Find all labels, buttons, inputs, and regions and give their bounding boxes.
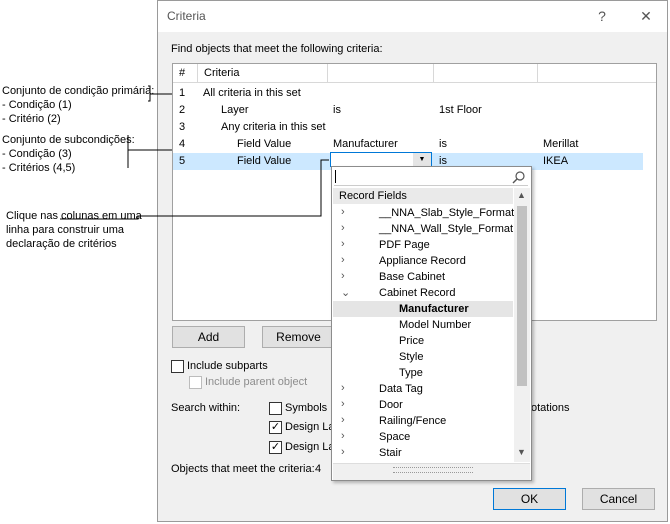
scrollbar-thumb[interactable] xyxy=(517,206,527,386)
chevron-right-icon[interactable]: › xyxy=(341,430,345,442)
tree-item[interactable]: ⌄ Cabinet Record xyxy=(333,285,513,301)
tree-item-label: __NNA_Wall_Style_Format xyxy=(379,223,514,235)
record-fields-header: Record Fields xyxy=(333,188,513,204)
tree-item[interactable]: Type xyxy=(333,365,513,381)
search-input[interactable] xyxy=(334,168,528,186)
tree-item-label: Base Cabinet xyxy=(379,271,446,283)
search-icon[interactable] xyxy=(512,170,526,184)
tree-item-label: Manufacturer xyxy=(399,303,469,315)
chevron-right-icon[interactable]: › xyxy=(341,398,345,410)
resize-grip[interactable] xyxy=(333,463,530,480)
tree-item-label: __NNA_Slab_Style_Format xyxy=(379,207,515,219)
tree-item[interactable]: › Door xyxy=(333,397,513,413)
chevron-right-icon[interactable]: › xyxy=(341,254,345,266)
grip-dots-icon xyxy=(393,467,473,473)
scroll-up-icon[interactable]: ▲ xyxy=(517,190,526,200)
chevron-right-icon[interactable]: › xyxy=(341,446,345,458)
tree-item[interactable]: › PDF Page xyxy=(333,237,513,253)
tree-item[interactable]: › Appliance Record xyxy=(333,253,513,269)
field-dropdown-box[interactable]: ▼ xyxy=(330,152,432,167)
tree-item-label: Cabinet Record xyxy=(379,287,456,299)
chevron-right-icon[interactable]: › xyxy=(341,414,345,426)
tree-item-label: PDF Page xyxy=(379,239,430,251)
tree-item-label: Style xyxy=(399,351,424,363)
tree-item-label: Railing/Fence xyxy=(379,415,447,427)
tree-item[interactable]: › __NNA_Wall_Style_Format xyxy=(333,221,513,237)
chevron-right-icon[interactable]: › xyxy=(341,270,345,282)
tree-item-label: Appliance Record xyxy=(379,255,466,267)
tree-item-label: Type xyxy=(399,367,423,379)
tree-item-selected[interactable]: Manufacturer xyxy=(333,301,513,317)
tree-item[interactable]: › Railing/Fence xyxy=(333,413,513,429)
tree-item-label: Stair xyxy=(379,447,402,459)
chevron-right-icon[interactable]: › xyxy=(341,382,345,394)
tree-item-label: Space xyxy=(379,431,411,443)
tree-item[interactable]: Price xyxy=(333,333,513,349)
tree-item[interactable]: › Stair xyxy=(333,445,513,461)
tree-item[interactable]: › Space xyxy=(333,429,513,445)
tree-item-label: Door xyxy=(379,399,403,411)
tree-item-label: Price xyxy=(399,335,425,347)
text-cursor xyxy=(335,170,336,183)
record-fields-dropdown: Record Fields › __NNA_Slab_Style_Format ›… xyxy=(331,166,532,481)
tree-item[interactable]: › Base Cabinet xyxy=(333,269,513,285)
tree-item[interactable]: Style xyxy=(333,349,513,365)
tree-item-label: Data Tag xyxy=(379,383,423,395)
scroll-down-icon[interactable]: ▼ xyxy=(517,447,526,457)
tree-item[interactable]: › __NNA_Slab_Style_Format xyxy=(333,205,515,221)
vertical-scrollbar[interactable]: ▲ ▼ xyxy=(514,188,530,462)
chevron-right-icon[interactable]: › xyxy=(341,222,345,234)
chevron-right-icon[interactable]: › xyxy=(341,206,345,218)
tree-item[interactable]: Model Number xyxy=(333,317,513,333)
tree-item-label: Model Number xyxy=(399,319,472,331)
record-fields-header-label: Record Fields xyxy=(339,190,407,202)
chevron-down-icon[interactable]: ⌄ xyxy=(341,286,350,299)
chevron-right-icon[interactable]: › xyxy=(341,238,345,250)
tree-item[interactable]: › Data Tag xyxy=(333,381,513,397)
dropdown-arrow-icon[interactable]: ▼ xyxy=(413,153,431,166)
